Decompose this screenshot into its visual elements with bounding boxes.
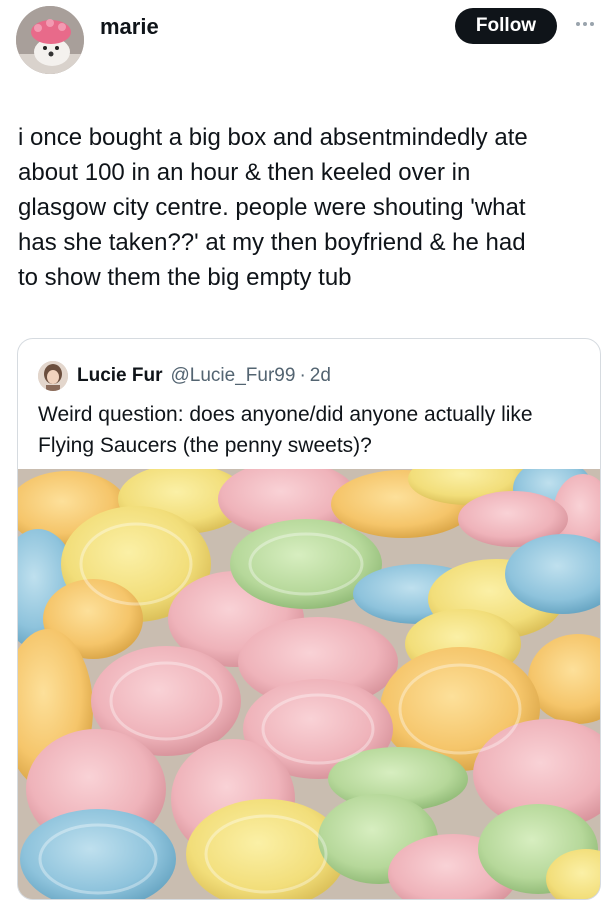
post-header: marie Follow: [0, 0, 615, 90]
quoted-author-name[interactable]: Lucie Fur: [77, 365, 163, 387]
quoted-post-header: Lucie Fur @Lucie_Fur99 · 2d: [38, 361, 331, 391]
author-name[interactable]: marie: [100, 14, 159, 40]
author-avatar[interactable]: [16, 6, 84, 74]
follow-button[interactable]: Follow: [455, 8, 557, 44]
post-text: i once bought a big box and absentminded…: [18, 124, 528, 291]
quoted-author-handle[interactable]: @Lucie_Fur99: [171, 365, 296, 387]
pink-dog-avatar-icon: [16, 6, 84, 74]
quoted-timestamp[interactable]: 2d: [310, 365, 331, 387]
quoted-separator: ·: [299, 365, 306, 386]
quoted-author-avatar[interactable]: [38, 361, 68, 391]
flying-saucer-sweets-photo-icon: [18, 469, 600, 899]
quoted-post[interactable]: Lucie Fur @Lucie_Fur99 · 2d Weird questi…: [17, 338, 601, 900]
quoted-post-text: Weird question: does anyone/did anyone a…: [38, 403, 533, 457]
quoted-image[interactable]: [18, 469, 600, 899]
more-dots-icon[interactable]: [570, 18, 600, 30]
quoted-avatar-icon: [38, 361, 68, 391]
